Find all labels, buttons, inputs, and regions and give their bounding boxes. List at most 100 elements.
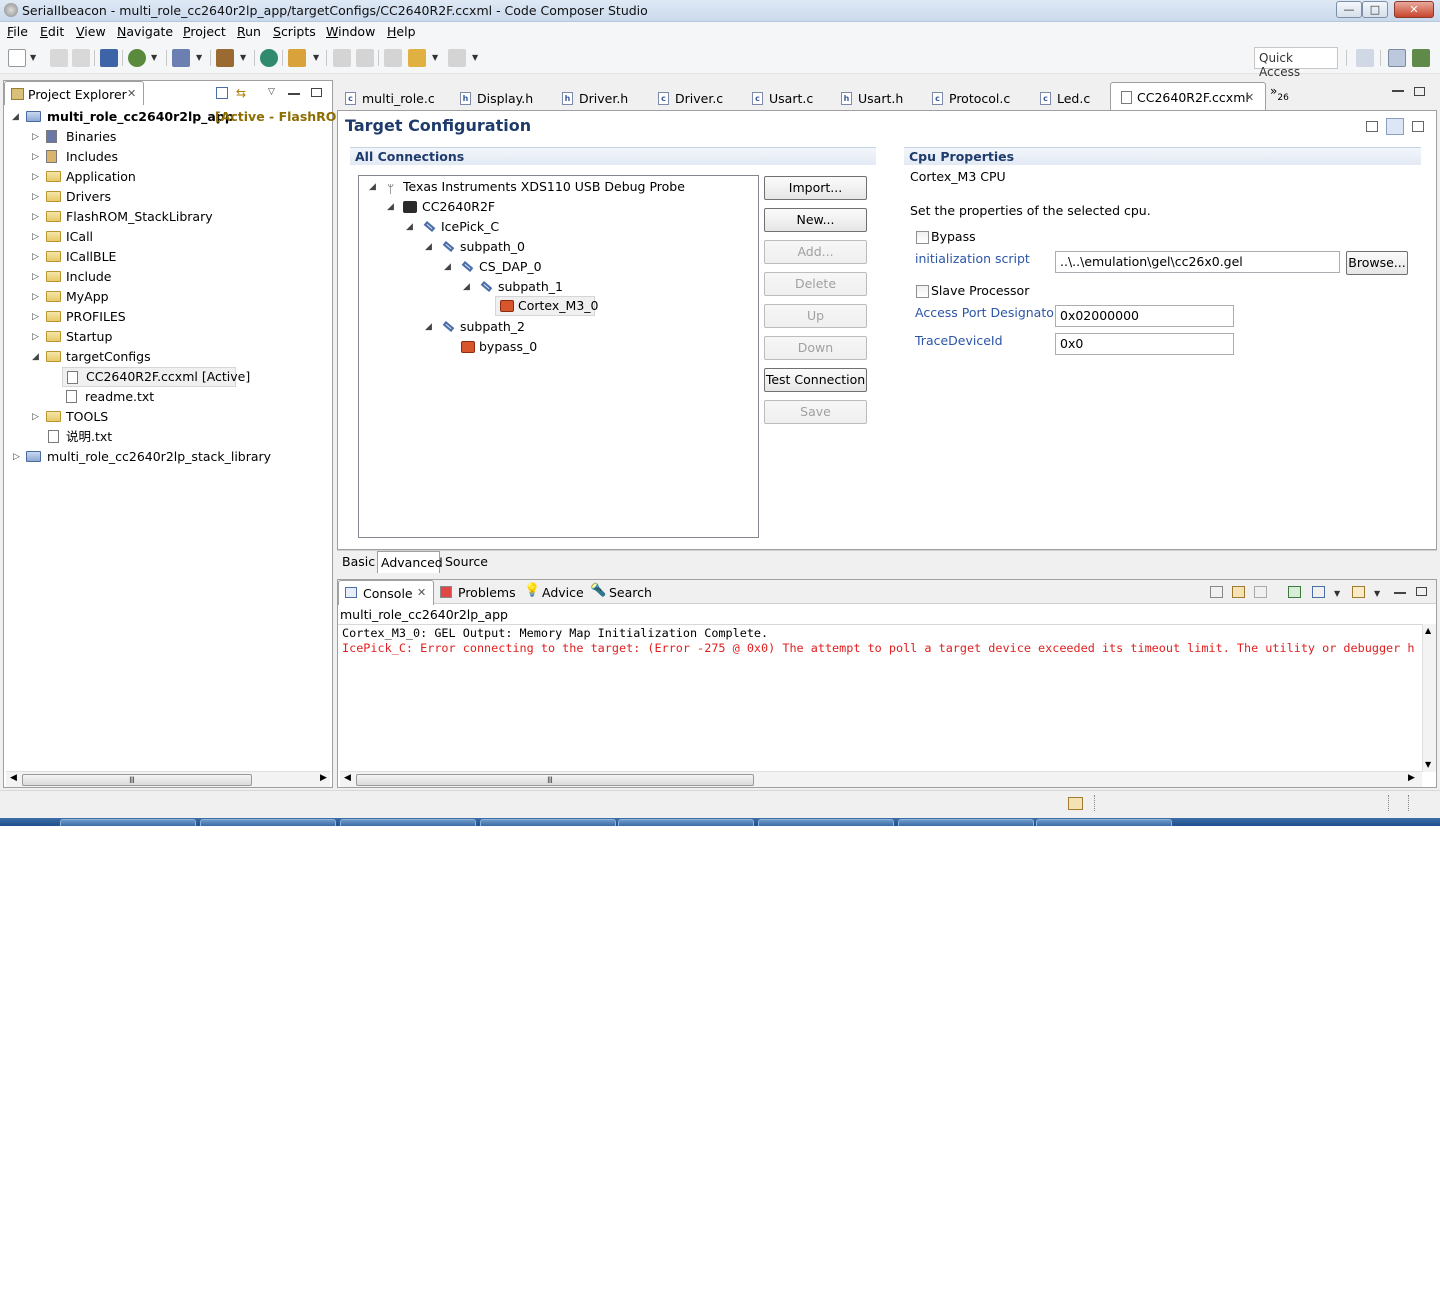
expanded-arrow-icon[interactable]: ◢ <box>406 217 413 237</box>
collapsed-arrow-icon[interactable]: ▷ <box>32 307 39 327</box>
problems-tab[interactable]: Problems <box>458 585 516 600</box>
save-all-icon[interactable] <box>72 49 90 67</box>
next-annotation-icon[interactable] <box>356 49 374 67</box>
editor-maximize-icon[interactable] <box>1414 87 1425 96</box>
taskbar-button[interactable] <box>340 819 476 826</box>
expanded-arrow-icon[interactable]: ◢ <box>425 317 432 337</box>
collapsed-arrow-icon[interactable]: ▷ <box>32 287 39 307</box>
close-tab-icon[interactable]: ✕ <box>127 87 136 100</box>
expanded-arrow-icon[interactable]: ◢ <box>12 107 19 127</box>
terminal-icon[interactable] <box>100 49 118 67</box>
back-dropdown-icon[interactable]: ▼ <box>432 53 438 62</box>
expanded-arrow-icon[interactable]: ◢ <box>425 237 432 257</box>
debug-icon[interactable] <box>128 49 146 67</box>
collapsed-arrow-icon[interactable]: ▷ <box>32 127 39 147</box>
tab-source[interactable]: Source <box>445 554 488 569</box>
collapsed-arrow-icon[interactable]: ▷ <box>13 447 20 467</box>
tab-advanced-active[interactable]: Advanced <box>377 551 443 573</box>
scroll-right-icon[interactable]: ▶ <box>320 773 327 783</box>
quick-access-input[interactable]: Quick Access <box>1254 47 1338 79</box>
expanded-arrow-icon[interactable]: ◢ <box>387 197 394 217</box>
menu-edit[interactable]: Edit <box>40 24 64 39</box>
open-console-dropdown-icon[interactable]: ▼ <box>1374 589 1380 598</box>
add-button[interactable]: Add... <box>764 240 867 264</box>
menu-help[interactable]: Help <box>387 24 416 39</box>
menu-scripts[interactable]: Scripts <box>273 24 316 39</box>
expanded-arrow-icon[interactable]: ◢ <box>463 277 470 297</box>
collapsed-arrow-icon[interactable]: ▷ <box>32 267 39 287</box>
save-button[interactable]: Save <box>764 400 867 424</box>
collapsed-arrow-icon[interactable]: ▷ <box>32 167 39 187</box>
menu-window[interactable]: Window <box>326 24 375 39</box>
scrollbar-thumb[interactable]: III <box>356 774 754 786</box>
minimize-button[interactable]: — <box>1336 1 1362 18</box>
ccs-edit-perspective-icon[interactable] <box>1388 49 1406 67</box>
open-console-icon[interactable] <box>1352 586 1365 598</box>
menu-navigate[interactable]: Navigate <box>117 24 173 39</box>
close-tab-icon[interactable]: ✕ <box>417 586 426 599</box>
scroll-lock-icon[interactable] <box>1232 586 1245 598</box>
tab-basic[interactable]: Basic <box>342 554 375 569</box>
maximize-icon[interactable] <box>311 88 322 97</box>
collapsed-arrow-icon[interactable]: ▷ <box>32 407 39 427</box>
collapsed-arrow-icon[interactable]: ▷ <box>32 227 39 247</box>
taskbar-button[interactable] <box>758 819 894 826</box>
save-icon[interactable] <box>50 49 68 67</box>
build-hammer-icon[interactable] <box>216 49 234 67</box>
scroll-left-icon[interactable]: ◀ <box>10 773 17 783</box>
menu-run[interactable]: Run <box>237 24 261 39</box>
last-edit-icon[interactable] <box>384 49 402 67</box>
clear-console-icon[interactable] <box>1210 586 1223 598</box>
scroll-left-icon[interactable]: ◀ <box>344 773 351 783</box>
test-connection-button[interactable]: Test Connection <box>764 368 867 392</box>
taskbar-button[interactable] <box>480 819 616 826</box>
close-button[interactable]: ✕ <box>1394 1 1434 18</box>
scroll-right-icon[interactable]: ▶ <box>1408 773 1415 783</box>
menu-project[interactable]: Project <box>183 24 226 39</box>
console-tab[interactable]: Console ✕ <box>338 580 434 605</box>
layout-vertical-icon[interactable] <box>1386 118 1404 135</box>
search-icon[interactable] <box>260 49 278 67</box>
access-port-link[interactable]: Access Port Designator <box>915 305 1059 320</box>
status-task-icon[interactable] <box>1068 797 1083 810</box>
collapsed-arrow-icon[interactable]: ▷ <box>32 207 39 227</box>
trace-device-id-input[interactable]: 0x0 <box>1055 333 1234 355</box>
collapsed-arrow-icon[interactable]: ▷ <box>32 147 39 167</box>
build-dropdown-icon[interactable]: ▼ <box>240 53 246 62</box>
console-maximize-icon[interactable] <box>1416 587 1427 596</box>
word-wrap-icon[interactable] <box>1254 586 1267 598</box>
scrollbar-thumb[interactable]: III <box>22 774 252 786</box>
new-icon[interactable] <box>8 49 26 67</box>
prev-annotation-icon[interactable] <box>333 49 351 67</box>
flash-icon[interactable] <box>172 49 190 67</box>
minimize-icon[interactable] <box>288 93 300 95</box>
tree-item-root-project[interactable]: ◢ multi_role_cc2640r2lp_app [Active - Fl… <box>4 107 349 127</box>
expanded-arrow-icon[interactable]: ◢ <box>32 347 39 367</box>
initialization-script-link[interactable]: initialization script <box>915 251 1030 266</box>
tree-item-ccxml-selected[interactable]: CC2640R2F.ccxml [Active] <box>62 367 250 387</box>
connections-tree[interactable]: ◢ ᛘ Texas Instruments XDS110 USB Debug P… <box>358 175 759 538</box>
open-perspective-icon[interactable] <box>1356 49 1374 67</box>
import-button[interactable]: Import... <box>764 176 867 200</box>
taskbar-button[interactable] <box>898 819 1034 826</box>
slave-processor-checkbox[interactable] <box>916 285 929 298</box>
taskbar-button[interactable] <box>200 819 336 826</box>
forward-arrow-icon[interactable] <box>448 49 466 67</box>
close-tab-icon[interactable]: ✕ <box>1245 89 1254 107</box>
delete-button[interactable]: Delete <box>764 272 867 296</box>
scroll-up-icon[interactable]: ▲ <box>1425 626 1431 635</box>
menu-view[interactable]: View <box>76 24 106 39</box>
project-explorer-tab[interactable]: Project Explorer ✕ <box>4 81 144 105</box>
tree-node-cortex-m3-selected[interactable]: Cortex_M3_0 <box>495 296 598 316</box>
trace-device-id-link[interactable]: TraceDeviceId <box>915 333 1003 348</box>
maximize-button[interactable]: □ <box>1362 1 1388 18</box>
run-dropdown-icon[interactable]: ▼ <box>313 53 319 62</box>
collapse-all-icon[interactable] <box>216 87 228 99</box>
new-dropdown-icon[interactable]: ▼ <box>30 53 36 62</box>
flash-dropdown-icon[interactable]: ▼ <box>196 53 202 62</box>
forward-dropdown-icon[interactable]: ▼ <box>472 53 478 62</box>
explorer-horizontal-scrollbar[interactable]: ◀ III ▶ <box>6 771 330 787</box>
back-arrow-icon[interactable] <box>408 49 426 67</box>
editor-tab-ccxml-active[interactable]: CC2640R2F.ccxml ✕ <box>1110 82 1266 110</box>
console-minimize-icon[interactable] <box>1394 592 1406 594</box>
